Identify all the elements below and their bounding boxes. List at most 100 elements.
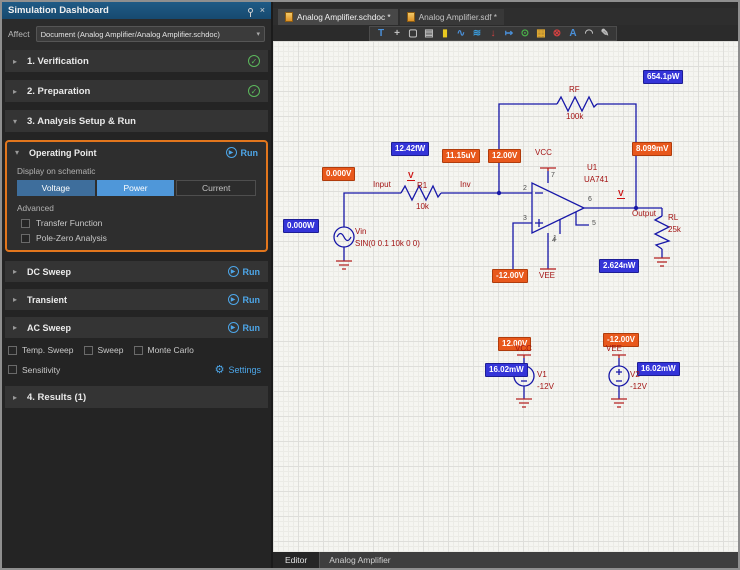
cursor-step-icon[interactable]: ↦ <box>502 27 516 40</box>
u1-pin-6: 6 <box>588 196 592 204</box>
arc-tool-icon[interactable]: ◠ <box>582 27 596 40</box>
power-port-vcc-label[interactable]: VCC <box>535 148 552 157</box>
highlight-icon[interactable]: ▮ <box>438 27 452 40</box>
net-label-output[interactable]: Output <box>632 209 656 218</box>
run-ac-sweep-button[interactable]: ▶ Run <box>228 322 261 333</box>
vin-designator[interactable]: Vin <box>355 227 366 236</box>
temp-sweep-checkbox[interactable]: Temp. Sweep <box>8 345 74 355</box>
sensitivity-checkbox[interactable]: Sensitivity <box>8 365 60 375</box>
voltage-annotation-vee[interactable]: -12.00V <box>492 269 528 283</box>
bus-tool-icon[interactable]: ≋ <box>470 27 484 40</box>
voltage-display-button[interactable]: Voltage <box>17 180 95 196</box>
font-tool-icon[interactable]: A <box>566 27 580 40</box>
u1-designator[interactable]: U1 <box>587 163 597 172</box>
voltage-annotation-output[interactable]: 8.099mV <box>632 142 672 156</box>
pencil-icon[interactable]: ✎ <box>598 27 612 40</box>
selection-rect-icon[interactable]: ▢ <box>406 27 420 40</box>
transient-row[interactable]: ▸ Transient ▶ Run <box>5 289 268 310</box>
v2-value[interactable]: -12V <box>630 382 647 391</box>
editor-mode-tab[interactable]: Editor <box>273 552 320 568</box>
voltage-annotation-vin[interactable]: 0.000V <box>322 167 355 181</box>
rl-value[interactable]: 25k <box>668 225 681 234</box>
net-label-input[interactable]: Input <box>373 180 391 189</box>
probe-down-icon[interactable]: ↓ <box>486 27 500 40</box>
run-transient-button[interactable]: ▶ Run <box>228 294 261 305</box>
text-tool-icon[interactable]: T <box>374 27 388 40</box>
r1-value[interactable]: 10k <box>416 202 429 211</box>
section-analysis-setup[interactable]: ▾ 3. Analysis Setup & Run <box>5 110 268 132</box>
power-annotation-rf[interactable]: 654.1pW <box>643 70 683 84</box>
current-display-button[interactable]: Current <box>176 180 256 196</box>
section-verification[interactable]: ▸ 1. Verification ✓ <box>5 50 268 72</box>
checkbox-icon <box>8 346 17 355</box>
power-annotation-rl[interactable]: 2.624nW <box>599 259 639 273</box>
v1-port-label[interactable]: VCC <box>515 344 532 353</box>
rf-value[interactable]: 100k <box>566 112 583 121</box>
checkbox-icon <box>21 219 30 228</box>
tab-label: Analog Amplifier.sdf * <box>419 12 497 22</box>
close-icon[interactable]: × <box>260 6 265 15</box>
compile-icon[interactable]: ⊗ <box>550 27 564 40</box>
wire-tool-icon[interactable]: ∿ <box>454 27 468 40</box>
folder-icon[interactable]: ▦ <box>534 27 548 40</box>
schematic-canvas[interactable]: 654.1pW 12.42fW 0.000W 2.624nW 16.02mW 1… <box>273 41 738 552</box>
u1-pin-2: 2 <box>523 185 527 193</box>
power-annotation-vin[interactable]: 0.000W <box>283 219 319 233</box>
checkbox-icon <box>134 346 143 355</box>
section-preparation[interactable]: ▸ 2. Preparation ✓ <box>5 80 268 102</box>
net-dot-icon[interactable]: ⊙ <box>518 27 532 40</box>
power-annotation-v1[interactable]: 16.02mW <box>485 363 528 377</box>
voltage-probe-output[interactable]: V <box>617 189 625 199</box>
transient-label: Transient <box>27 295 67 305</box>
toolbar-strip: T+▢▤▮∿≋↓↦⊙▦⊗A◠✎ <box>273 25 738 41</box>
v1-designator[interactable]: V1 <box>537 370 547 379</box>
operating-point-header[interactable]: ▾ Operating Point ▶ Run <box>7 142 266 163</box>
sim-doc-icon <box>407 12 415 22</box>
tab-sdf[interactable]: Analog Amplifier.sdf * <box>400 9 504 25</box>
voltage-annotation-vcc[interactable]: 12.00V <box>488 149 521 163</box>
play-icon: ▶ <box>228 266 239 277</box>
run-operating-point-button[interactable]: ▶ Run <box>226 147 259 158</box>
advanced-heading: Advanced <box>17 203 256 213</box>
v2-designator[interactable]: V2 <box>630 370 640 379</box>
paste-icon[interactable]: ▤ <box>422 27 436 40</box>
r1-designator[interactable]: R1 <box>417 181 427 190</box>
v1-value[interactable]: -12V <box>537 382 554 391</box>
u1-pin-3: 3 <box>523 215 527 223</box>
settings-button[interactable]: ⚙ Settings <box>215 363 261 376</box>
monte-carlo-checkbox[interactable]: Monte Carlo <box>134 345 194 355</box>
power-display-button[interactable]: Power <box>97 180 175 196</box>
transfer-function-label: Transfer Function <box>36 218 102 228</box>
vin-value[interactable]: SIN(0 0.1 10k 0 0) <box>355 239 420 248</box>
power-port-vee-label[interactable]: VEE <box>539 271 555 280</box>
run-dc-sweep-button[interactable]: ▶ Run <box>228 266 261 277</box>
voltage-annotation-inv[interactable]: 11.15uV <box>442 149 480 163</box>
sensitivity-label: Sensitivity <box>22 365 60 375</box>
affect-dropdown[interactable]: Document (Analog Amplifier/Analog Amplif… <box>36 26 265 42</box>
v2-port-label[interactable]: VEE <box>606 344 622 353</box>
chevron-right-icon: ▸ <box>13 57 20 66</box>
crosshair-icon[interactable]: + <box>390 27 404 40</box>
panel-title: Simulation Dashboard <box>8 5 109 16</box>
section-label: 2. Preparation <box>27 86 90 97</box>
transfer-function-checkbox[interactable]: Transfer Function <box>21 218 252 228</box>
sweep-checkbox[interactable]: Sweep <box>84 345 124 355</box>
dc-sweep-label: DC Sweep <box>27 267 71 277</box>
voltage-probe-input[interactable]: V <box>407 171 415 181</box>
ac-sweep-label: AC Sweep <box>27 323 71 333</box>
power-annotation-r1[interactable]: 12.42fW <box>391 142 429 156</box>
section-results[interactable]: ▸ 4. Results (1) <box>5 386 268 408</box>
pole-zero-checkbox[interactable]: Pole-Zero Analysis <box>21 233 252 243</box>
ac-sweep-row[interactable]: ▸ AC Sweep ▶ Run <box>5 317 268 338</box>
tab-schdoc[interactable]: Analog Amplifier.schdoc * <box>278 9 398 25</box>
checkbox-icon <box>84 346 93 355</box>
section-label: 1. Verification <box>27 56 89 67</box>
power-annotation-v2[interactable]: 16.02mW <box>637 362 680 376</box>
pin-icon[interactable] <box>248 8 253 13</box>
rf-designator[interactable]: RF <box>569 85 580 94</box>
net-label-inv[interactable]: Inv <box>460 180 471 189</box>
rl-designator[interactable]: RL <box>668 213 678 222</box>
u1-value[interactable]: UA741 <box>584 175 608 184</box>
dc-sweep-row[interactable]: ▸ DC Sweep ▶ Run <box>5 261 268 282</box>
chevron-down-icon: ▾ <box>13 117 20 126</box>
